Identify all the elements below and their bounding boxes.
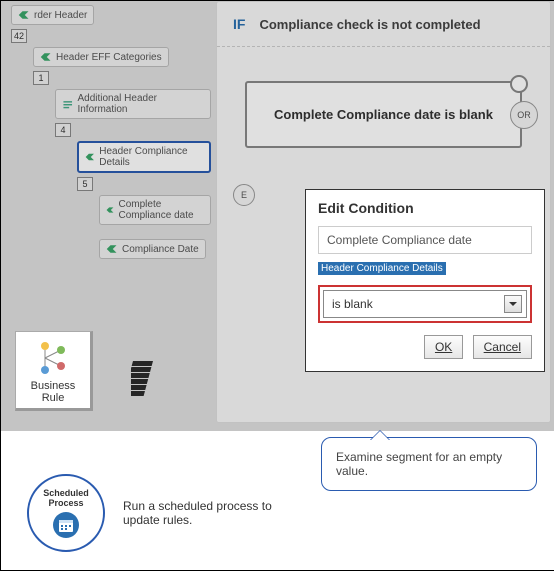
edit-condition-popover: Edit Condition Complete Compliance date … <box>305 189 545 372</box>
scheduled-process-badge[interactable]: ScheduledProcess <box>27 474 105 552</box>
condition-text: Complete Compliance date is blank <box>274 107 493 122</box>
chevron-down-icon[interactable] <box>504 295 522 313</box>
tree-label: rder Header <box>34 10 87 21</box>
object-tree: rder Header 42 Header EFF Categories 1 A… <box>11 5 211 263</box>
cancel-label: Cancel <box>484 340 521 354</box>
tree-node-additional-header[interactable]: Additional Header Information <box>55 89 211 119</box>
callout-text: Examine segment for an empty value. <box>336 450 502 478</box>
condition-context-label: Header Compliance Details <box>318 262 446 275</box>
if-description: Compliance check is not completed <box>259 17 480 32</box>
tree-label: Compliance Date <box>122 244 199 255</box>
count-badge: 4 <box>55 123 71 137</box>
business-rule-label: Business Rule <box>18 380 88 404</box>
operator-select[interactable]: is blank <box>323 290 527 318</box>
operator-value: is blank <box>332 297 373 311</box>
annotation-callout: Examine segment for an empty value. <box>321 437 537 491</box>
or-connector[interactable]: OR <box>510 101 538 129</box>
if-keyword: IF <box>233 16 245 32</box>
scheduled-process-text: Run a scheduled process to update rules. <box>123 499 303 527</box>
ring-label: ScheduledProcess <box>43 488 89 508</box>
condition-box[interactable]: Complete Compliance date is blank OR E <box>245 81 522 148</box>
tree-node-compliance-date[interactable]: Compliance Date <box>99 239 206 259</box>
tree-node-order-header[interactable]: rder Header <box>11 5 94 25</box>
layers-icon[interactable] <box>131 361 161 405</box>
count-badge: 1 <box>33 71 49 85</box>
ok-label: OK <box>435 340 452 354</box>
tree-node-complete-date[interactable]: Complete Compliance date <box>99 195 211 225</box>
condition-field-input[interactable]: Complete Compliance date <box>318 226 532 254</box>
cancel-button[interactable]: Cancel <box>473 335 532 359</box>
e-connector[interactable]: E <box>233 184 255 206</box>
tree-node-header-compliance[interactable]: Header Compliance Details <box>77 141 211 173</box>
tree-label: Header EFF Categories <box>56 52 162 63</box>
business-rule-tile[interactable]: Business Rule <box>15 331 93 411</box>
popover-title: Edit Condition <box>318 200 532 216</box>
tree-node-header-eff[interactable]: Header EFF Categories <box>33 47 169 67</box>
tree-label: Complete Compliance date <box>119 199 205 221</box>
operator-highlight: is blank <box>318 285 532 323</box>
ok-button[interactable]: OK <box>424 335 463 359</box>
count-badge: 5 <box>77 177 93 191</box>
count-badge: 42 <box>11 29 27 43</box>
tree-label: Additional Header Information <box>77 93 204 115</box>
scheduled-process-row: ScheduledProcess Run a scheduled process… <box>27 474 303 552</box>
calendar-icon <box>53 512 79 538</box>
tree-label: Header Compliance Details <box>99 146 203 168</box>
flow-icon <box>33 338 73 378</box>
handle-icon[interactable] <box>510 75 528 93</box>
